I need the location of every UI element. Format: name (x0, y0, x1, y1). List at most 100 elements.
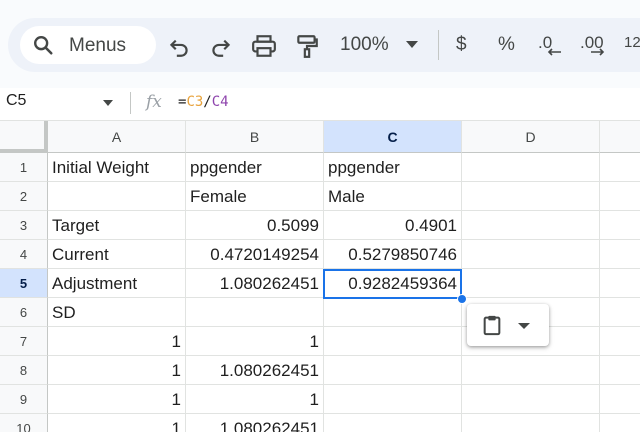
currency-format-button[interactable]: $ (456, 34, 467, 56)
cell-d5[interactable] (462, 269, 600, 298)
fill-handle[interactable] (457, 294, 467, 304)
cell-a10[interactable]: 1 (48, 414, 186, 432)
row-header-10[interactable]: 10 (0, 414, 48, 432)
cell-b8[interactable]: 1.080262451 (186, 356, 324, 385)
row-header-5[interactable]: 5 (0, 269, 48, 298)
decrease-decimal-button[interactable]: .0 (538, 33, 564, 59)
redo-icon (212, 39, 231, 57)
formula-input[interactable]: =C3/C4 (178, 94, 229, 110)
undo-icon (169, 39, 188, 57)
cell-b3[interactable]: 0.5099 (186, 211, 324, 240)
print-icon (252, 35, 276, 57)
chevron-down-icon[interactable] (406, 41, 418, 48)
chevron-down-icon[interactable] (518, 323, 530, 329)
row-header-8[interactable]: 8 (0, 356, 48, 385)
row-header-2[interactable]: 2 (0, 182, 48, 211)
cell-e8[interactable] (600, 356, 640, 385)
cell-d3[interactable] (462, 211, 600, 240)
cell-a5[interactable]: Adjustment (48, 269, 186, 298)
row-header-4[interactable]: 4 (0, 240, 48, 269)
formula-bar: C5 fx =C3/C4 (0, 88, 640, 121)
cell-c7[interactable] (324, 327, 462, 356)
cell-e2[interactable] (600, 182, 640, 211)
cell-a4[interactable]: Current (48, 240, 186, 269)
cell-c3[interactable]: 0.4901 (324, 211, 462, 240)
cell-b6[interactable] (186, 298, 324, 327)
cell-d9[interactable] (462, 385, 600, 414)
cell-a7[interactable]: 1 (48, 327, 186, 356)
cell-d2[interactable] (462, 182, 600, 211)
cell-b10[interactable]: 1.080262451 (186, 414, 324, 432)
select-all-corner[interactable] (0, 121, 48, 153)
undo-button[interactable] (166, 33, 192, 59)
formula-reference-c4: C4 (211, 94, 229, 110)
menu-search-label: Menus (69, 35, 127, 56)
cell-c1[interactable]: ppgender (324, 153, 462, 182)
column-header-a[interactable]: A (48, 121, 186, 153)
cell-a1[interactable]: Initial Weight (48, 153, 186, 182)
search-icon (34, 36, 53, 55)
arrow-left-icon (547, 48, 561, 56)
formula-operator: / (203, 94, 212, 110)
cell-a2[interactable] (48, 182, 186, 211)
name-box[interactable]: C5 (6, 92, 26, 110)
fx-icon: fx (146, 92, 162, 112)
clipboard-icon (483, 315, 501, 336)
cell-b2[interactable]: Female (186, 182, 324, 211)
cell-e10[interactable] (600, 414, 640, 432)
cell-e5[interactable] (600, 269, 640, 298)
cell-a9[interactable]: 1 (48, 385, 186, 414)
cell-c9[interactable] (324, 385, 462, 414)
cell-c6[interactable] (324, 298, 462, 327)
cell-b1[interactable]: ppgender (186, 153, 324, 182)
cell-c8[interactable] (324, 356, 462, 385)
cell-e4[interactable] (600, 240, 640, 269)
cell-d8[interactable] (462, 356, 600, 385)
redo-button[interactable] (208, 33, 234, 59)
cell-c10[interactable] (324, 414, 462, 432)
row-header-9[interactable]: 9 (0, 385, 48, 414)
paste-options-popup[interactable] (467, 304, 549, 346)
cell-c2[interactable]: Male (324, 182, 462, 211)
spreadsheet-grid: ABCD 1 2 3 4 5 6 7 8 9 10 Initial Weight ppgender p… (0, 121, 640, 432)
cell-e1[interactable] (600, 153, 640, 182)
column-header-c[interactable]: C (324, 121, 462, 153)
arrow-right-icon (591, 48, 605, 56)
cell-e6[interactable] (600, 298, 640, 327)
cell-e9[interactable] (600, 385, 640, 414)
zoom-select[interactable]: 100% (340, 34, 389, 56)
number-format-label: 123 (624, 34, 640, 51)
formula-reference-c3: C3 (186, 94, 204, 110)
print-button[interactable] (251, 33, 277, 59)
cell-d4[interactable] (462, 240, 600, 269)
cell-d1[interactable] (462, 153, 600, 182)
row-header-1[interactable]: 1 (0, 153, 48, 182)
column-header-e[interactable] (600, 121, 640, 153)
increase-decimal-button[interactable]: .00 (580, 33, 610, 59)
cell-a8[interactable]: 1 (48, 356, 186, 385)
paint-format-icon (297, 35, 318, 58)
column-header-d[interactable]: D (462, 121, 600, 153)
cell-a6[interactable]: SD (48, 298, 186, 327)
cell-c5[interactable]: 0.9282459364 (324, 269, 462, 298)
row-header-6[interactable]: 6 (0, 298, 48, 327)
cell-e7[interactable] (600, 327, 640, 356)
cell-b7[interactable]: 1 (186, 327, 324, 356)
column-header-b[interactable]: B (186, 121, 324, 153)
cell-b9[interactable]: 1 (186, 385, 324, 414)
row-header-7[interactable]: 7 (0, 327, 48, 356)
number-format-button[interactable]: 123 (624, 34, 640, 58)
toolbar: Menus 100% $ % .0 .00 12 (0, 0, 640, 88)
cell-b5[interactable]: 1.080262451 (186, 269, 324, 298)
formula-bar-divider (130, 92, 131, 114)
menu-search[interactable]: Menus (20, 26, 156, 64)
cell-e3[interactable] (600, 211, 640, 240)
cell-a3[interactable]: Target (48, 211, 186, 240)
percent-format-button[interactable]: % (498, 34, 515, 56)
cell-c4[interactable]: 0.5279850746 (324, 240, 462, 269)
chevron-down-icon[interactable] (103, 100, 113, 106)
cell-d10[interactable] (462, 414, 600, 432)
cell-b4[interactable]: 0.4720149254 (186, 240, 324, 269)
row-header-3[interactable]: 3 (0, 211, 48, 240)
paint-format-button[interactable] (294, 33, 320, 59)
